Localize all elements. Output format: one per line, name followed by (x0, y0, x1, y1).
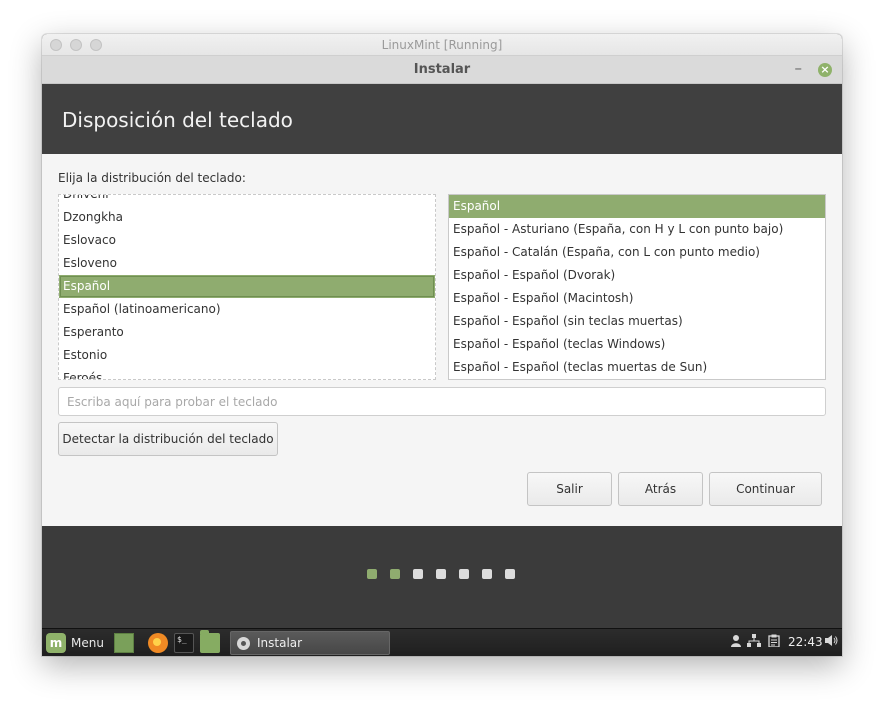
list-item[interactable]: Español (59, 275, 435, 298)
virtualbox-window: LinuxMint [Running] Instalar – × Disposi… (42, 34, 842, 656)
installer-window-title: Instalar (413, 62, 471, 77)
detect-layout-button[interactable]: Detectar la distribución del teclado (58, 422, 278, 456)
progress-step-dot (505, 569, 515, 579)
minimize-icon[interactable]: – (795, 59, 803, 77)
list-item[interactable]: Español - Catalán (España, con L con pun… (449, 241, 825, 264)
progress-step-dot (459, 569, 469, 579)
list-item[interactable]: Español (449, 195, 825, 218)
installer-titlebar[interactable]: Instalar – × (42, 56, 842, 84)
list-item[interactable]: Español - Español (Dvorak) (449, 264, 825, 287)
taskbar: m Menu $_ Instalar 22:43 (42, 628, 842, 656)
list-item[interactable]: Eslovaco (59, 229, 435, 252)
continue-button[interactable]: Continuar (709, 472, 822, 506)
network-icon[interactable] (747, 634, 761, 650)
variant-list[interactable]: Español Español - Asturiano (España, con … (448, 194, 826, 380)
list-item[interactable]: Feroés (59, 367, 435, 379)
progress-step-dot (436, 569, 446, 579)
show-desktop-icon[interactable] (114, 633, 134, 653)
page-header: Disposición del teclado (42, 84, 842, 154)
list-item[interactable]: Español - Asturiano (España, con H y L c… (449, 218, 825, 241)
keyboard-test-input[interactable] (58, 387, 826, 416)
list-item[interactable]: Dzongkha (59, 206, 435, 229)
list-item[interactable]: Estonio (59, 344, 435, 367)
list-item[interactable]: Esperanto (59, 321, 435, 344)
page-title: Disposición del teclado (62, 108, 293, 132)
list-item[interactable]: Esloveno (59, 252, 435, 275)
list-item[interactable]: Español - Español (teclas Windows) (449, 333, 825, 356)
progress-step-dot (413, 569, 423, 579)
user-icon[interactable] (730, 634, 742, 650)
volume-icon[interactable] (824, 634, 838, 650)
files-icon[interactable] (200, 630, 220, 653)
progress-footer (42, 526, 842, 628)
list-item[interactable]: Español - Español (Macintosh) (449, 287, 825, 310)
layout-list[interactable]: Dhivehi Dzongkha Eslovaco Esloveno Español Es… (58, 194, 436, 380)
progress-step-dot (390, 569, 400, 579)
clock[interactable]: 22:43 (788, 635, 823, 649)
disc-icon (237, 637, 250, 650)
firefox-icon[interactable] (148, 633, 168, 653)
progress-step-dot (367, 569, 377, 579)
menu-button[interactable]: m Menu (46, 632, 104, 654)
terminal-icon[interactable]: $_ (174, 633, 194, 653)
list-item[interactable]: Español - Español (teclas muertas de Sun… (449, 356, 825, 379)
taskbar-window-instalar[interactable]: Instalar (230, 631, 390, 655)
main-content: Elija la distribución del teclado: Dhive… (42, 154, 842, 526)
quit-button[interactable]: Salir (527, 472, 612, 506)
linuxmint-logo-icon: m (46, 633, 66, 653)
list-item[interactable]: Español (latinoamericano) (59, 298, 435, 321)
close-icon[interactable]: × (818, 63, 832, 77)
list-item[interactable]: Dhivehi (59, 195, 435, 206)
layout-prompt: Elija la distribución del teclado: (58, 171, 246, 185)
back-button[interactable]: Atrás (618, 472, 703, 506)
list-item[interactable]: Español - Español (sin teclas muertas) (449, 310, 825, 333)
taskbar-window-label: Instalar (257, 636, 303, 650)
progress-step-dot (482, 569, 492, 579)
host-window-title: LinuxMint [Running] (381, 38, 503, 52)
menu-label: Menu (71, 636, 104, 650)
host-titlebar[interactable]: LinuxMint [Running] (42, 34, 842, 56)
clipboard-icon[interactable] (768, 634, 780, 650)
